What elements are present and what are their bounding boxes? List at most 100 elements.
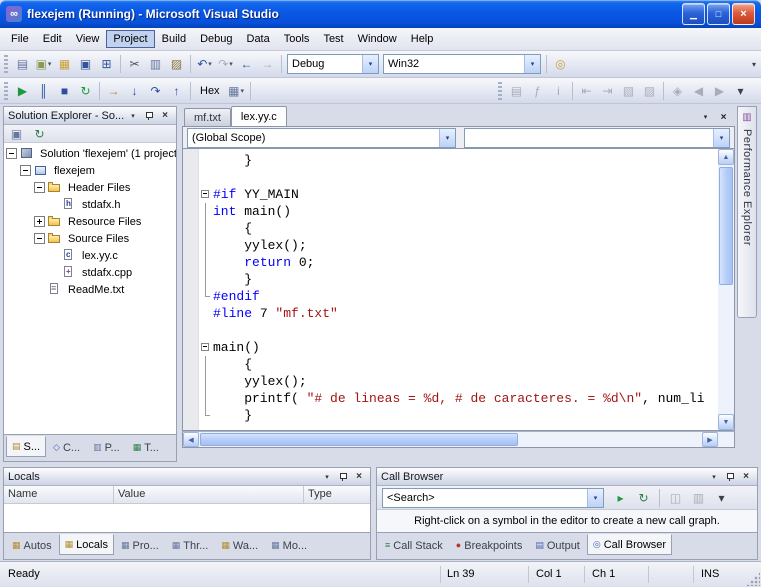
menu-item-file[interactable]: File: [4, 30, 36, 48]
dropdown-arrow-icon[interactable]: ▾: [362, 55, 378, 73]
step-over-icon[interactable]: ↷: [145, 80, 166, 101]
column-header-type[interactable]: Type: [304, 486, 370, 503]
menu-item-data[interactable]: Data: [240, 30, 277, 48]
toolbar-grip[interactable]: [4, 55, 8, 73]
refresh-icon[interactable]: ↻: [633, 487, 654, 508]
solution-config-combo[interactable]: Debug ▾: [287, 54, 379, 74]
save-icon[interactable]: ▣: [75, 54, 96, 75]
search-go-icon[interactable]: ▸: [610, 487, 631, 508]
menu-item-build[interactable]: Build: [155, 30, 193, 48]
close-button[interactable]: ×: [732, 3, 755, 25]
tab-mo-[interactable]: ▦ Mo...: [265, 535, 313, 556]
navigate-backward-icon[interactable]: ←: [236, 54, 257, 75]
code-area[interactable]: } #if YY_MAIN int main() { yylex(); return…: [199, 149, 718, 430]
member-combo[interactable]: ▾: [464, 127, 730, 148]
collapse-icon[interactable]: [20, 165, 31, 176]
column-header-value[interactable]: Value: [114, 486, 304, 503]
platform-combo[interactable]: Win32 ▾: [383, 54, 541, 74]
toolbar-grip[interactable]: [4, 81, 8, 100]
member-list-icon[interactable]: ▤: [506, 80, 527, 101]
copy-icon[interactable]: ▥: [145, 54, 166, 75]
tree-item[interactable]: lex.yy.c: [4, 247, 176, 264]
fold-collapse-icon[interactable]: [199, 186, 213, 203]
memory-window-icon[interactable]: ▦ ▾: [226, 80, 247, 101]
indicator-margin[interactable]: [183, 149, 199, 430]
fold-collapse-icon[interactable]: [199, 339, 213, 356]
increase-indent-icon[interactable]: ⇥: [597, 80, 618, 101]
stop-debugging-icon[interactable]: ■: [54, 80, 75, 101]
tab-breakpoints[interactable]: ● Breakpoints: [450, 535, 529, 556]
dropdown-arrow-icon[interactable]: ▾: [439, 128, 455, 147]
vertical-scrollbar[interactable]: ▲ ▼: [718, 149, 734, 430]
open-file-icon[interactable]: ▦: [54, 54, 75, 75]
tab-pro-[interactable]: ▦ Pro...: [115, 535, 165, 556]
toolbar-grip[interactable]: [498, 81, 502, 100]
tab-s-[interactable]: ▤ S...: [6, 436, 47, 457]
dropdown-arrow-icon[interactable]: ▾: [524, 55, 540, 73]
tab-wa-[interactable]: ▦ Wa...: [215, 535, 264, 556]
menu-item-help[interactable]: Help: [404, 30, 441, 48]
save-all-icon[interactable]: ⊞: [96, 54, 117, 75]
close-panel-icon[interactable]: ×: [352, 470, 366, 483]
window-menu-icon[interactable]: ▾: [126, 109, 140, 122]
minimize-button[interactable]: ▁: [682, 3, 705, 25]
scroll-up-icon[interactable]: ▲: [718, 149, 734, 165]
tree-item[interactable]: Source Files: [4, 230, 176, 247]
dropdown-arrow-icon[interactable]: ▾: [587, 488, 603, 507]
add-new-item-icon[interactable]: ▣ ▾: [33, 54, 54, 75]
expand-icon[interactable]: [34, 216, 45, 227]
window-menu-icon[interactable]: ▾: [707, 470, 721, 483]
toolbar-options-icon[interactable]: ▾: [730, 80, 751, 101]
show-call-graph-icon[interactable]: ◫: [665, 487, 686, 508]
quick-info-icon[interactable]: i: [548, 80, 569, 101]
toolbar-options-icon[interactable]: ▾: [752, 60, 756, 69]
next-bookmark-icon[interactable]: ▶: [709, 80, 730, 101]
performance-explorer-tab[interactable]: ▥ Performance Explorer: [737, 106, 757, 318]
vertical-scroll-thumb[interactable]: [719, 167, 733, 285]
horizontal-scroll-thumb[interactable]: [200, 433, 518, 446]
menu-item-debug[interactable]: Debug: [193, 30, 239, 48]
menu-item-project[interactable]: Project: [106, 30, 155, 48]
file-list-dropdown-icon[interactable]: ▾: [698, 110, 713, 124]
search-combo[interactable]: <Search> ▾: [382, 487, 604, 508]
collapse-icon[interactable]: [34, 233, 45, 244]
new-project-icon[interactable]: ▤: [12, 54, 33, 75]
restart-icon[interactable]: ↻: [75, 80, 96, 101]
column-header-name[interactable]: Name: [4, 486, 114, 503]
call-browser-titlebar[interactable]: Call Browser ▾ ×: [377, 468, 757, 486]
uncomment-icon[interactable]: ▨: [639, 80, 660, 101]
tree-item[interactable]: stdafx.cpp: [4, 264, 176, 281]
cut-icon[interactable]: ✂: [124, 54, 145, 75]
redo-icon[interactable]: ↷ ▾: [215, 54, 236, 75]
tree-item[interactable]: flexejem: [4, 162, 176, 179]
toolbar-options-icon[interactable]: ▾: [711, 487, 732, 508]
tree-item[interactable]: Header Files: [4, 179, 176, 196]
maximize-button[interactable]: □: [707, 3, 730, 25]
auto-hide-pin-icon[interactable]: [723, 470, 737, 483]
menu-item-test[interactable]: Test: [316, 30, 350, 48]
collapse-icon[interactable]: [6, 148, 17, 159]
navigate-forward-icon[interactable]: →: [257, 54, 278, 75]
tab-call-stack[interactable]: ≡ Call Stack: [379, 535, 449, 556]
scope-combo[interactable]: (Global Scope) ▾: [187, 127, 456, 148]
resize-grip[interactable]: [746, 572, 760, 586]
menu-item-tools[interactable]: Tools: [277, 30, 317, 48]
horizontal-scrollbar[interactable]: ◀ ▶: [182, 431, 735, 448]
locals-titlebar[interactable]: Locals ▾ ×: [4, 468, 370, 486]
document-tab-mf-txt[interactable]: mf.txt: [184, 108, 231, 126]
menu-item-window[interactable]: Window: [351, 30, 404, 48]
menu-item-edit[interactable]: Edit: [36, 30, 69, 48]
close-panel-icon[interactable]: ×: [739, 470, 753, 483]
step-into-icon[interactable]: ↓: [124, 80, 145, 101]
locals-grid-body[interactable]: [4, 504, 370, 532]
find-in-files-icon[interactable]: ◎: [550, 54, 571, 75]
auto-hide-pin-icon[interactable]: [142, 109, 156, 122]
collapse-icon[interactable]: [34, 182, 45, 193]
dropdown-arrow-icon[interactable]: ▾: [713, 128, 729, 147]
paste-icon[interactable]: ▨: [166, 54, 187, 75]
close-panel-icon[interactable]: ×: [158, 109, 172, 122]
tree-item[interactable]: ReadMe.txt: [4, 281, 176, 298]
tree-item[interactable]: Resource Files: [4, 213, 176, 230]
comment-out-icon[interactable]: ▧: [618, 80, 639, 101]
scroll-down-icon[interactable]: ▼: [718, 414, 734, 430]
